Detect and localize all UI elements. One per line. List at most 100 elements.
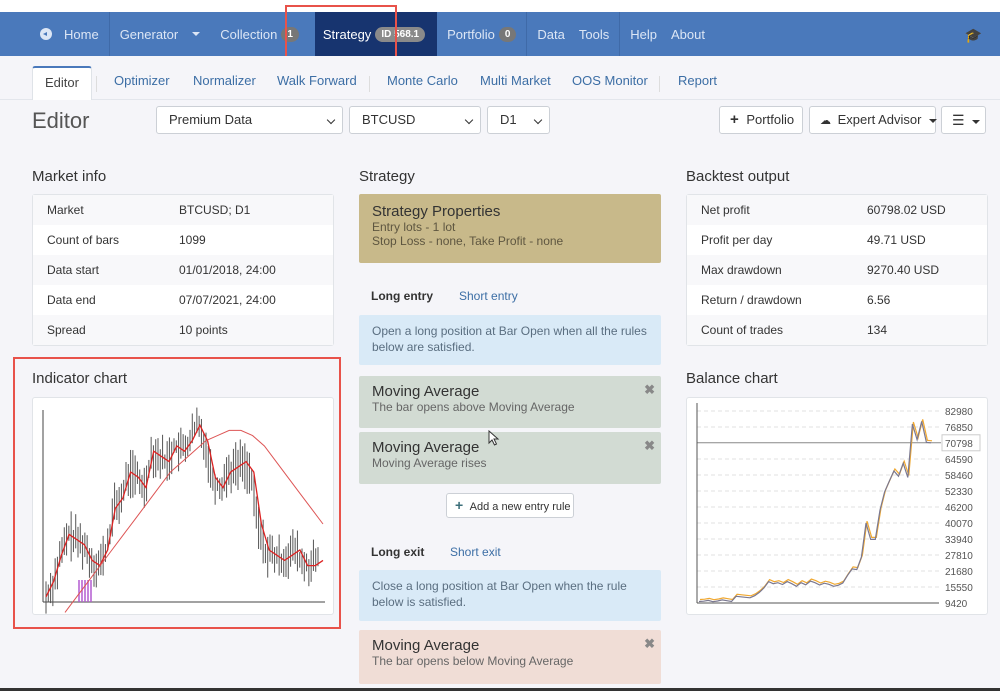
balance-chart: 82980 76850 70798 64590 58460 52330 46200 40070… bbox=[696, 403, 981, 610]
y-tick-label: 82980 bbox=[945, 407, 973, 418]
backtest-row: Count of trades 134 bbox=[687, 315, 987, 345]
tab-report[interactable]: Report bbox=[678, 66, 717, 100]
exit-info-box: Close a long position at Bar Open when t… bbox=[359, 570, 661, 621]
row-value: 49.71 USD bbox=[867, 233, 926, 247]
row-label: Data end bbox=[47, 293, 96, 307]
entry-info-text: Open a long position at Bar Open when al… bbox=[372, 324, 647, 354]
entry-rule-desc: Moving Average rises bbox=[372, 456, 487, 470]
chevron-down-icon bbox=[464, 115, 474, 125]
indicator-chart-title: Indicator chart bbox=[32, 370, 128, 387]
row-label: Profit per day bbox=[701, 233, 773, 247]
strategy-properties-card[interactable]: Strategy Properties Entry lots - 1 lot S… bbox=[359, 194, 661, 263]
remove-rule-icon[interactable]: ✖ bbox=[644, 636, 655, 652]
entry-rule-title: Moving Average bbox=[372, 383, 480, 400]
exit-rule-card[interactable]: Moving Average The bar opens below Movin… bbox=[359, 630, 661, 684]
nav-tools[interactable]: Tools bbox=[569, 12, 619, 56]
add-entry-rule-button[interactable]: + Add a new entry rule bbox=[446, 493, 574, 518]
y-tick-label: 64590 bbox=[945, 455, 973, 466]
long-entry-tab[interactable]: Long entry bbox=[371, 289, 433, 303]
caret-down-icon bbox=[972, 119, 981, 124]
symbol-select[interactable]: BTCUSD bbox=[349, 106, 481, 134]
period-select[interactable]: D1 bbox=[487, 106, 550, 134]
tab-normalizer[interactable]: Normalizer bbox=[193, 66, 256, 100]
y-tick-label: 40070 bbox=[945, 519, 973, 530]
market-info-title: Market info bbox=[32, 168, 107, 185]
row-label: Spread bbox=[47, 323, 86, 337]
slow-ma-line bbox=[64, 429, 324, 613]
entry-rule-card[interactable]: Moving Average The bar opens above Movin… bbox=[359, 376, 661, 428]
tab-optimizer[interactable]: Optimizer bbox=[114, 66, 170, 100]
row-label: Max drawdown bbox=[701, 263, 782, 277]
y-tick-label: 15550 bbox=[945, 583, 973, 594]
remove-rule-icon[interactable]: ✖ bbox=[644, 438, 655, 454]
home-icon bbox=[40, 28, 52, 40]
nav-home[interactable]: Home bbox=[30, 12, 109, 56]
long-exit-tab[interactable]: Long exit bbox=[371, 545, 424, 559]
nav-data[interactable]: Data bbox=[527, 12, 568, 56]
nav-generator-label: Generator bbox=[119, 26, 179, 42]
expert-advisor-button[interactable]: ☁ Expert Advisor bbox=[809, 106, 938, 134]
tab-monte-carlo[interactable]: Monte Carlo bbox=[387, 66, 458, 100]
balance-chart-panel: 82980 76850 70798 64590 58460 52330 46200 40070… bbox=[686, 397, 988, 615]
backtest-output-panel: Net profit 60798.02 USD Profit per day 49.7… bbox=[686, 194, 988, 346]
nav-collection-label: Collection bbox=[220, 26, 278, 42]
nav-generator[interactable]: Generator bbox=[110, 12, 211, 56]
row-value: 9270.40 USD bbox=[867, 263, 940, 277]
nav-tools-label: Tools bbox=[578, 26, 610, 42]
add-entry-rule-label: Add a new entry rule bbox=[469, 501, 571, 513]
graduation-cap-icon[interactable]: 🎓 bbox=[965, 27, 982, 44]
tab-walk-forward[interactable]: Walk Forward bbox=[277, 66, 357, 100]
y-tick-label: 58460 bbox=[945, 471, 973, 482]
nav-portfolio[interactable]: Portfolio 0 bbox=[437, 12, 526, 56]
add-to-portfolio-button[interactable]: + Portfolio bbox=[719, 106, 803, 134]
nav-portfolio-label: Portfolio bbox=[447, 26, 495, 42]
indicator-chart-panel bbox=[32, 397, 334, 615]
portfolio-badge: 0 bbox=[498, 26, 517, 42]
plus-icon: + bbox=[730, 111, 739, 128]
nav-help[interactable]: Help bbox=[620, 12, 661, 56]
entry-rule-card[interactable]: Moving Average Moving Average rises ✖ bbox=[359, 432, 661, 484]
short-entry-tab[interactable]: Short entry bbox=[459, 289, 518, 303]
row-value: 1099 bbox=[179, 233, 206, 247]
highlight-strategy bbox=[285, 5, 397, 63]
entry-rule-title: Moving Average bbox=[372, 439, 480, 456]
row-value: 10 points bbox=[179, 323, 228, 337]
tab-multi-market[interactable]: Multi Market bbox=[480, 66, 551, 100]
menu-button[interactable]: ☰ bbox=[941, 106, 986, 134]
y-tick-label: 46200 bbox=[945, 503, 973, 514]
row-value: 134 bbox=[867, 323, 888, 337]
row-value: 01/01/2018, 24:00 bbox=[179, 263, 276, 277]
y-tick-label: 27810 bbox=[945, 551, 973, 562]
exit-rule-title: Moving Average bbox=[372, 637, 480, 654]
tab-editor[interactable]: Editor bbox=[32, 66, 92, 100]
data-source-select[interactable]: Premium Data bbox=[156, 106, 343, 134]
market-info-row: Market BTCUSD; D1 bbox=[33, 195, 333, 225]
row-value: BTCUSD; D1 bbox=[179, 203, 251, 217]
row-value: 6.56 bbox=[867, 293, 891, 307]
tab-divider bbox=[369, 76, 370, 92]
exit-info-text: Close a long position at Bar Open when t… bbox=[372, 579, 627, 609]
balance-chart-title: Balance chart bbox=[686, 370, 778, 387]
y-tick-label: 21680 bbox=[945, 567, 973, 578]
strategy-title: Strategy bbox=[359, 168, 415, 185]
remove-rule-icon[interactable]: ✖ bbox=[644, 382, 655, 398]
y-tick-label: 70798 bbox=[945, 439, 973, 450]
short-exit-tab[interactable]: Short exit bbox=[450, 545, 501, 559]
y-tick-label: 33940 bbox=[945, 535, 973, 546]
nav-about-label: About bbox=[670, 26, 705, 42]
chevron-down-icon bbox=[533, 115, 543, 125]
entry-rule-desc: The bar opens above Moving Average bbox=[372, 400, 575, 414]
hamburger-icon: ☰ bbox=[952, 112, 965, 128]
row-label: Net profit bbox=[701, 203, 750, 217]
nav-about[interactable]: About bbox=[661, 12, 715, 56]
expert-advisor-label: Expert Advisor bbox=[837, 112, 922, 127]
backtest-row: Profit per day 49.71 USD bbox=[687, 225, 987, 255]
exit-rule-desc: The bar opens below Moving Average bbox=[372, 654, 574, 668]
row-label: Return / drawdown bbox=[701, 293, 802, 307]
symbol-value: BTCUSD bbox=[362, 112, 416, 127]
editor-toolbar: Editor Premium Data BTCUSD D1 + Portfoli… bbox=[0, 100, 1000, 140]
tab-oos-monitor[interactable]: OOS Monitor bbox=[572, 66, 648, 100]
caret-down-icon bbox=[929, 118, 938, 123]
row-label: Data start bbox=[47, 263, 100, 277]
balance-line bbox=[698, 421, 932, 603]
